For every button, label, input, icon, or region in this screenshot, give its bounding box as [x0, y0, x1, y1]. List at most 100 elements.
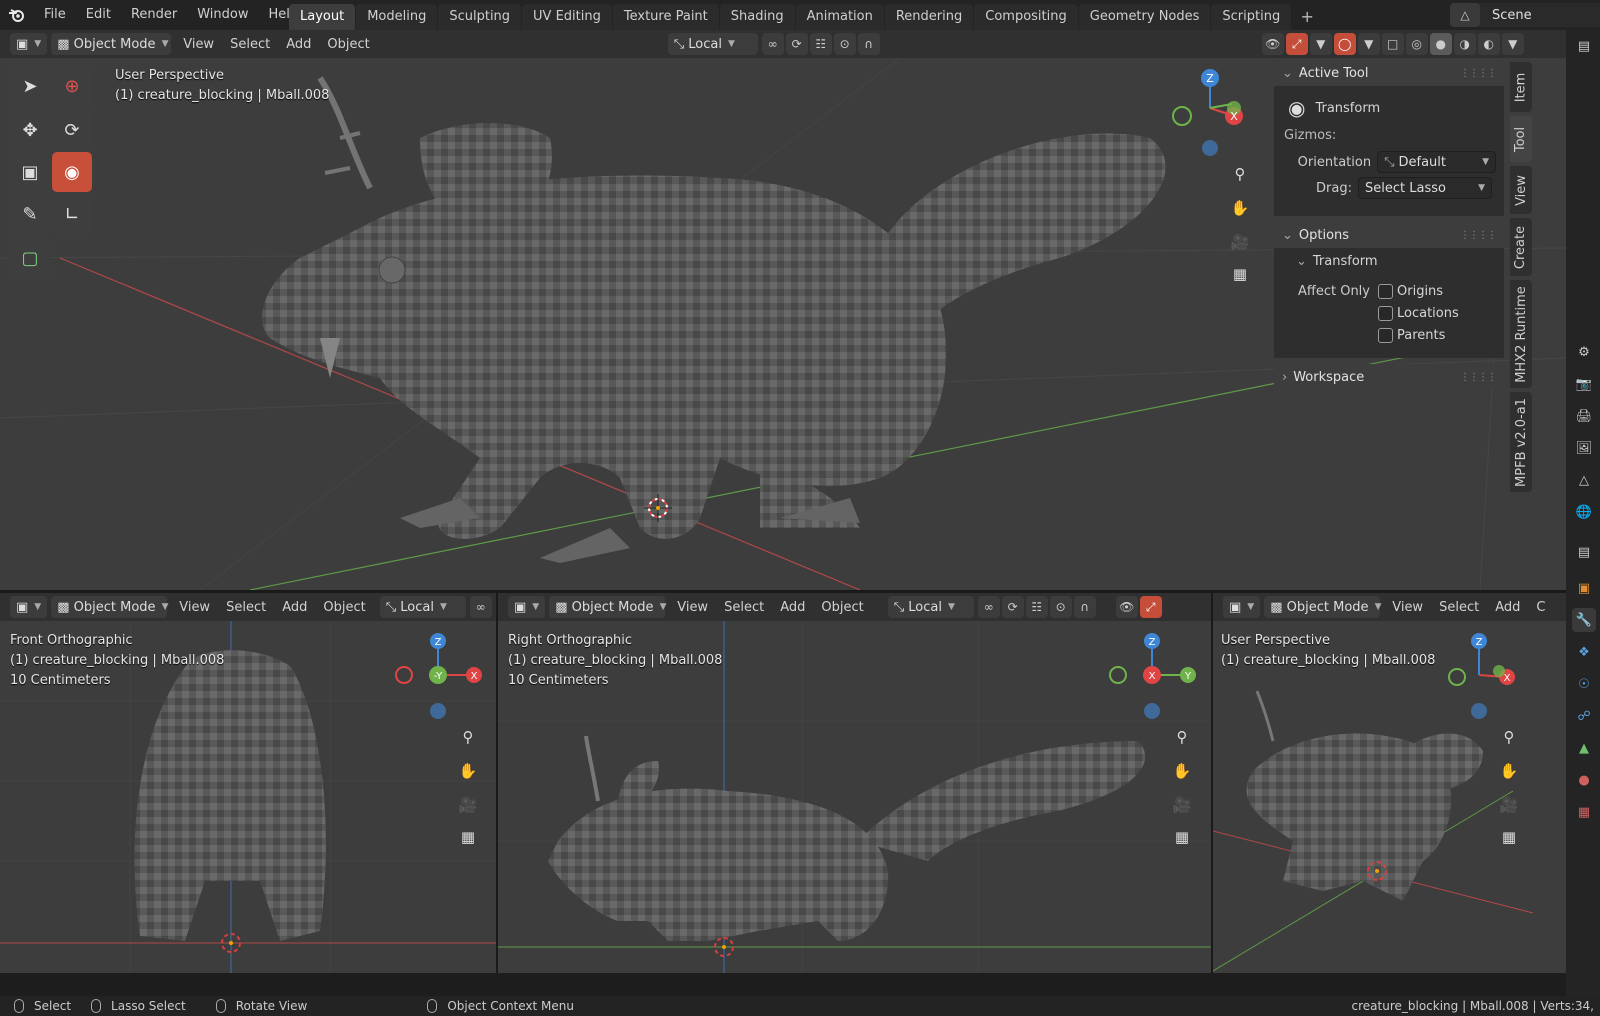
pivot-icon[interactable]: ∞: [469, 596, 492, 618]
editor-type-button[interactable]: ▣ ▼: [508, 596, 546, 618]
pan-hand-icon[interactable]: ✋: [1226, 194, 1254, 222]
user-perspective-viewport[interactable]: User Perspective (1) creature_blocking |…: [1213, 621, 1566, 973]
annotate-tool[interactable]: ✎: [10, 194, 50, 234]
menu-render[interactable]: Render: [121, 0, 187, 30]
camera-view-icon[interactable]: 🎥: [454, 791, 482, 819]
menu-object[interactable]: Object: [315, 600, 373, 615]
snap-target-icon[interactable]: ☷: [809, 33, 832, 55]
gizmo-menu-icon[interactable]: ▼: [1309, 33, 1332, 55]
material-shading-icon[interactable]: ◑: [1453, 33, 1476, 55]
properties-editor-icon[interactable]: ▤: [1572, 34, 1596, 58]
add-cube-tool[interactable]: ▢: [10, 238, 50, 278]
mode-dropdown[interactable]: ▩ Object Mode ▼: [549, 596, 666, 618]
tab-compositing[interactable]: Compositing: [974, 4, 1078, 30]
snap-icon[interactable]: ⟳: [1001, 596, 1024, 618]
menu-select[interactable]: Select: [716, 600, 772, 615]
pan-hand-icon[interactable]: ✋: [454, 757, 482, 785]
zoom-icon[interactable]: ⚲: [1226, 160, 1254, 188]
pan-hand-icon[interactable]: ✋: [1495, 757, 1523, 785]
zoom-icon[interactable]: ⚲: [454, 723, 482, 751]
overlay-menu-icon[interactable]: ▼: [1357, 33, 1380, 55]
menu-view[interactable]: View: [1384, 600, 1431, 615]
scene-selector[interactable]: △ Scene: [1450, 3, 1600, 27]
move-tool[interactable]: ✥: [10, 110, 50, 150]
gizmo-toggle-icon[interactable]: ⤢: [1285, 33, 1308, 55]
editor-type-button[interactable]: ▣ ▼: [10, 596, 48, 618]
overlay-toggle-icon[interactable]: ◯: [1333, 33, 1356, 55]
view-layer-icon[interactable]: 🖼: [1572, 436, 1596, 460]
modifier-properties-wrench-icon[interactable]: 🔧: [1572, 608, 1596, 632]
constraints-icon[interactable]: ☍: [1572, 704, 1596, 728]
camera-view-icon[interactable]: 🎥: [1168, 791, 1196, 819]
tab-sculpting[interactable]: Sculpting: [438, 4, 522, 30]
menu-select[interactable]: Select: [218, 600, 274, 615]
snap-target-icon[interactable]: ☷: [1025, 596, 1048, 618]
pivot-icon[interactable]: ∞: [761, 33, 784, 55]
blender-logo-icon[interactable]: [0, 0, 34, 30]
front-orthographic-viewport[interactable]: Front Orthographic (1) creature_blocking…: [0, 621, 496, 973]
editor-type-button[interactable]: ▣ ▼: [10, 33, 48, 55]
scale-tool[interactable]: ▣: [10, 152, 50, 192]
tab-scripting[interactable]: Scripting: [1211, 4, 1292, 30]
tab-item[interactable]: Item: [1510, 62, 1532, 112]
menu-select[interactable]: Select: [222, 37, 278, 52]
menu-add[interactable]: Add: [274, 600, 315, 615]
tab-mhx2-runtime[interactable]: MHX2 Runtime: [1510, 280, 1532, 388]
menu-object[interactable]: Object: [813, 600, 871, 615]
texture-properties-icon[interactable]: ▦: [1572, 800, 1596, 824]
render-properties-icon[interactable]: 📷: [1572, 372, 1596, 396]
tab-layout[interactable]: Layout: [289, 4, 356, 30]
solid-shading-icon[interactable]: ●: [1429, 33, 1452, 55]
measure-tool[interactable]: ∟: [52, 194, 92, 234]
camera-view-icon[interactable]: 🎥: [1495, 791, 1523, 819]
xray-icon[interactable]: □: [1381, 33, 1404, 55]
physics-icon[interactable]: ☉: [1572, 672, 1596, 696]
tab-tool[interactable]: Tool: [1510, 116, 1532, 162]
pan-hand-icon[interactable]: ✋: [1168, 757, 1196, 785]
locations-checkbox[interactable]: Locations: [1378, 306, 1459, 328]
select-box-tool[interactable]: ➤: [10, 66, 50, 106]
axis-gizmo[interactable]: Z Y X: [1106, 633, 1206, 723]
axis-gizmo[interactable]: Z X: [1441, 633, 1531, 723]
object-data-icon[interactable]: ▲: [1572, 736, 1596, 760]
tab-rendering[interactable]: Rendering: [884, 4, 974, 30]
object-properties-icon[interactable]: ▣: [1572, 576, 1596, 600]
orientation-dropdown[interactable]: ⤡ Local ▼: [379, 596, 466, 618]
tab-animation[interactable]: Animation: [795, 4, 884, 30]
tab-create[interactable]: Create: [1510, 218, 1532, 276]
tab-texture-paint[interactable]: Texture Paint: [612, 4, 719, 30]
shading-menu-icon[interactable]: ▼: [1501, 33, 1524, 55]
pivot-icon[interactable]: ∞: [977, 596, 1000, 618]
gizmo-orientation-dropdown[interactable]: ⤡ Default ▼: [1377, 151, 1496, 173]
cursor-tool[interactable]: ⊕: [52, 66, 92, 106]
rotate-tool[interactable]: ⟳: [52, 110, 92, 150]
menu-view[interactable]: View: [175, 37, 222, 52]
mode-dropdown[interactable]: ▩ Object Mode ▼: [51, 596, 168, 618]
tab-shading[interactable]: Shading: [719, 4, 795, 30]
tool-settings-icon[interactable]: ⚙: [1572, 340, 1596, 364]
scene-properties-icon[interactable]: △: [1572, 468, 1596, 492]
menu-view[interactable]: View: [669, 600, 716, 615]
grid-view-icon[interactable]: ▦: [1168, 823, 1196, 851]
gizmo-toggle-icon[interactable]: ⤢: [1139, 596, 1162, 618]
wireframe-shading-icon[interactable]: ◎: [1405, 33, 1428, 55]
menu-object-clipped[interactable]: C: [1528, 600, 1553, 615]
particles-icon[interactable]: ❖: [1572, 640, 1596, 664]
options-panel-header[interactable]: ⌄ Options ⋮⋮⋮⋮: [1274, 222, 1504, 248]
visibility-icon[interactable]: 👁: [1261, 33, 1284, 55]
workspace-panel-header[interactable]: › Workspace ⋮⋮⋮⋮: [1274, 364, 1504, 390]
origins-checkbox[interactable]: Origins: [1378, 284, 1459, 306]
menu-add[interactable]: Add: [278, 37, 319, 52]
tab-uv-editing[interactable]: UV Editing: [522, 4, 612, 30]
material-properties-icon[interactable]: ●: [1572, 768, 1596, 792]
zoom-icon[interactable]: ⚲: [1168, 723, 1196, 751]
mode-dropdown[interactable]: ▩ Object Mode ▼: [51, 33, 172, 55]
transform-tool[interactable]: ◉: [52, 152, 92, 192]
menu-edit[interactable]: Edit: [76, 0, 121, 30]
main-viewport[interactable]: User Perspective (1) creature_blocking |…: [0, 58, 1566, 590]
tab-view[interactable]: View: [1510, 166, 1532, 214]
menu-view[interactable]: View: [171, 600, 218, 615]
output-properties-icon[interactable]: 🖨: [1572, 404, 1596, 428]
add-workspace-button[interactable]: +: [1296, 6, 1318, 28]
rendered-shading-icon[interactable]: ◐: [1477, 33, 1500, 55]
